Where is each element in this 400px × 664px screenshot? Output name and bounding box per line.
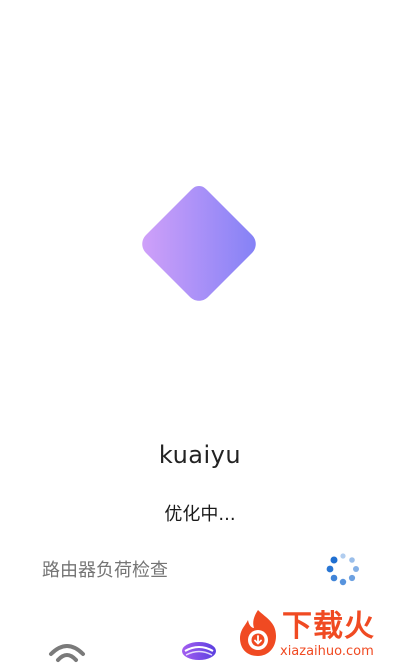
watermark-url: xiazaihuo.com: [280, 644, 374, 659]
task-row: 路由器负荷检查: [0, 548, 400, 588]
watermark-brand: 下载火: [282, 609, 375, 644]
optimizing-status: 优化中...: [164, 504, 236, 525]
task-label: 路由器负荷检查: [42, 560, 168, 581]
loading-spinner-icon: [326, 553, 359, 586]
app-logo-icon: [142, 186, 256, 301]
app-name: kuaiyu: [158, 441, 242, 469]
watermark-logo: 下载火 xiazaihuo.com: [234, 604, 400, 661]
wifi-icon[interactable]: [48, 640, 86, 664]
flame-icon: [240, 610, 276, 656]
router-icon[interactable]: [180, 639, 218, 663]
